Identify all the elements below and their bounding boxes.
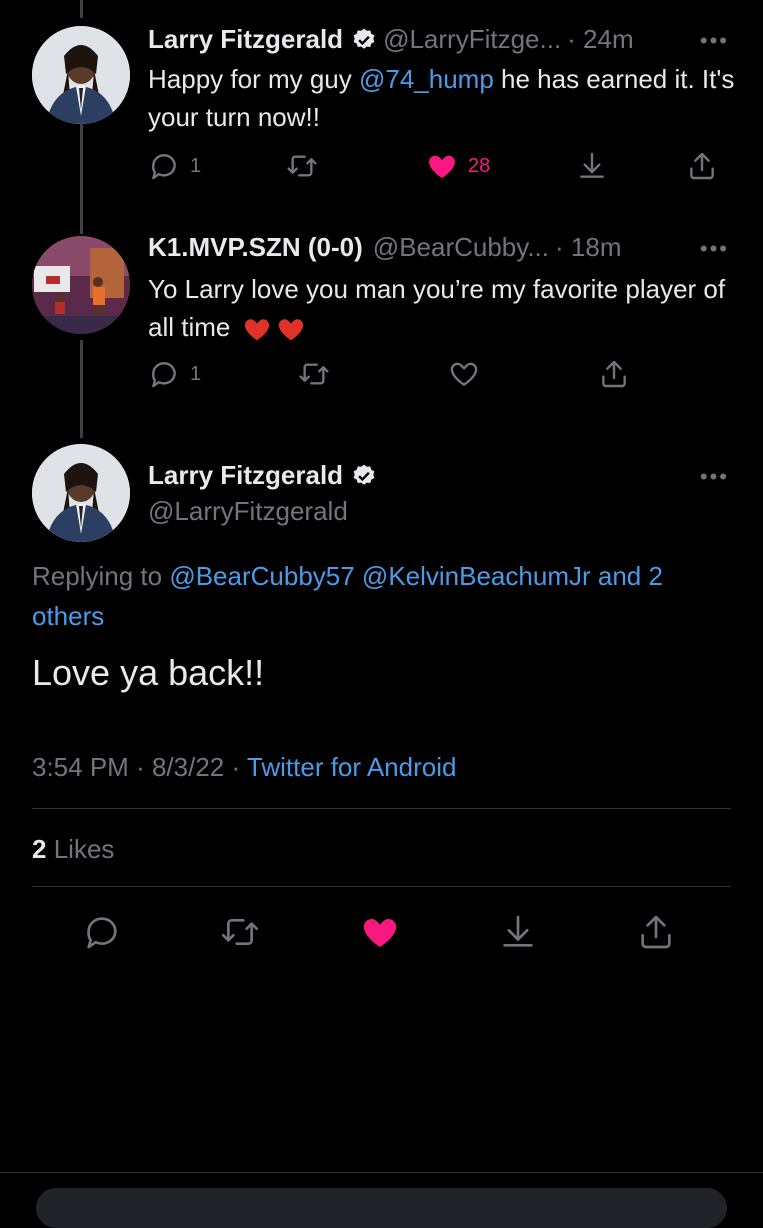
reply-button[interactable]: 1 — [148, 150, 201, 182]
share-icon — [602, 360, 626, 388]
like-icon — [429, 155, 455, 178]
likes-stat[interactable]: 2 Likes — [32, 834, 114, 865]
likes-count: 2 — [32, 834, 47, 864]
reply-count: 1 — [190, 154, 202, 177]
reply-composer-bar[interactable] — [36, 1188, 727, 1228]
reply-button[interactable] — [82, 912, 122, 952]
tweet-text: Happy for my guy @74_hump he has earned … — [148, 60, 738, 136]
share-icon — [690, 152, 714, 180]
retweet-button[interactable] — [298, 358, 330, 390]
bookmark-icon — [503, 915, 533, 947]
bookmark-button[interactable] — [498, 912, 538, 952]
tweet-timestamp: 3:54 PM — [32, 752, 129, 782]
tweet-date: 8/3/22 — [151, 752, 225, 782]
share-button[interactable] — [598, 358, 630, 390]
tweet-text: Yo Larry love you man you’re my favorite… — [148, 270, 738, 346]
avatar[interactable] — [32, 236, 130, 334]
retweet-icon — [299, 363, 329, 385]
like-button[interactable] — [360, 912, 400, 952]
replying-label: Replying to — [32, 561, 170, 591]
share-button[interactable] — [636, 912, 676, 952]
avatar[interactable] — [32, 444, 130, 542]
separator: · — [231, 752, 247, 782]
tweet-header: K1.MVP.SZN (0-0) @BearCubby... · 18m — [148, 232, 621, 263]
reply-icon — [87, 917, 117, 949]
like-icon — [363, 919, 397, 947]
author-handle[interactable]: @LarryFitzgerald — [148, 496, 348, 527]
bookmark-icon — [580, 152, 604, 178]
thread-line-top — [80, 0, 83, 18]
share-button[interactable] — [686, 150, 718, 182]
mention-link[interactable]: @74_hump — [359, 64, 494, 94]
author-handle[interactable]: @BearCubby... — [373, 232, 549, 263]
more-icon[interactable]: ••• — [700, 464, 729, 490]
thread-line-2 — [80, 340, 83, 438]
reply-icon — [151, 362, 176, 388]
heart-emoji — [238, 312, 306, 342]
tweet-source-link[interactable]: Twitter for Android — [247, 752, 457, 782]
thread-line-1 — [80, 124, 83, 234]
retweet-button[interactable] — [286, 150, 318, 182]
likes-label: Likes — [53, 834, 115, 864]
verified-badge-icon — [351, 27, 377, 53]
avatar[interactable] — [32, 26, 130, 124]
author-handle[interactable]: @LarryFitzge... — [383, 24, 561, 55]
tweet-text-part: Happy for my guy — [148, 64, 359, 94]
main-author-name: Larry Fitzgerald — [148, 460, 383, 491]
more-icon[interactable]: ••• — [700, 28, 729, 54]
retweet-button[interactable] — [220, 912, 260, 952]
tweet-time[interactable]: · 18m — [555, 232, 621, 263]
author-name[interactable]: K1.MVP.SZN (0-0) — [148, 232, 363, 263]
tweet-text-part: Yo Larry love you man you’re my favorite… — [148, 274, 726, 342]
tweet-header: Larry Fitzgerald @LarryFitzge... · 24m — [148, 24, 634, 55]
like-button[interactable]: 28 — [426, 150, 490, 182]
author-name[interactable]: Larry Fitzgerald — [148, 460, 343, 491]
retweet-icon — [287, 155, 317, 177]
more-icon[interactable]: ••• — [700, 236, 729, 262]
divider — [32, 886, 731, 887]
tweet-meta: 3:54 PM · 8/3/22 · Twitter for Android — [32, 752, 456, 783]
replying-to: Replying to @BearCubby57 @KelvinBeachumJ… — [32, 556, 732, 636]
bookmark-button[interactable] — [576, 150, 608, 182]
retweet-icon — [222, 919, 258, 945]
reply-button[interactable]: 1 — [148, 358, 201, 390]
separator: · — [136, 752, 152, 782]
verified-badge-icon — [351, 463, 377, 489]
main-tweet-text: Love ya back!! — [32, 652, 265, 693]
reply-count: 1 — [190, 362, 202, 385]
like-icon — [450, 362, 478, 386]
like-button[interactable] — [448, 358, 480, 390]
divider — [32, 808, 731, 809]
author-name[interactable]: Larry Fitzgerald — [148, 24, 343, 55]
share-icon — [641, 915, 671, 949]
divider — [0, 1172, 763, 1173]
tweet-time[interactable]: · 24m — [567, 24, 633, 55]
like-count: 28 — [468, 154, 491, 177]
reply-icon — [151, 154, 176, 180]
